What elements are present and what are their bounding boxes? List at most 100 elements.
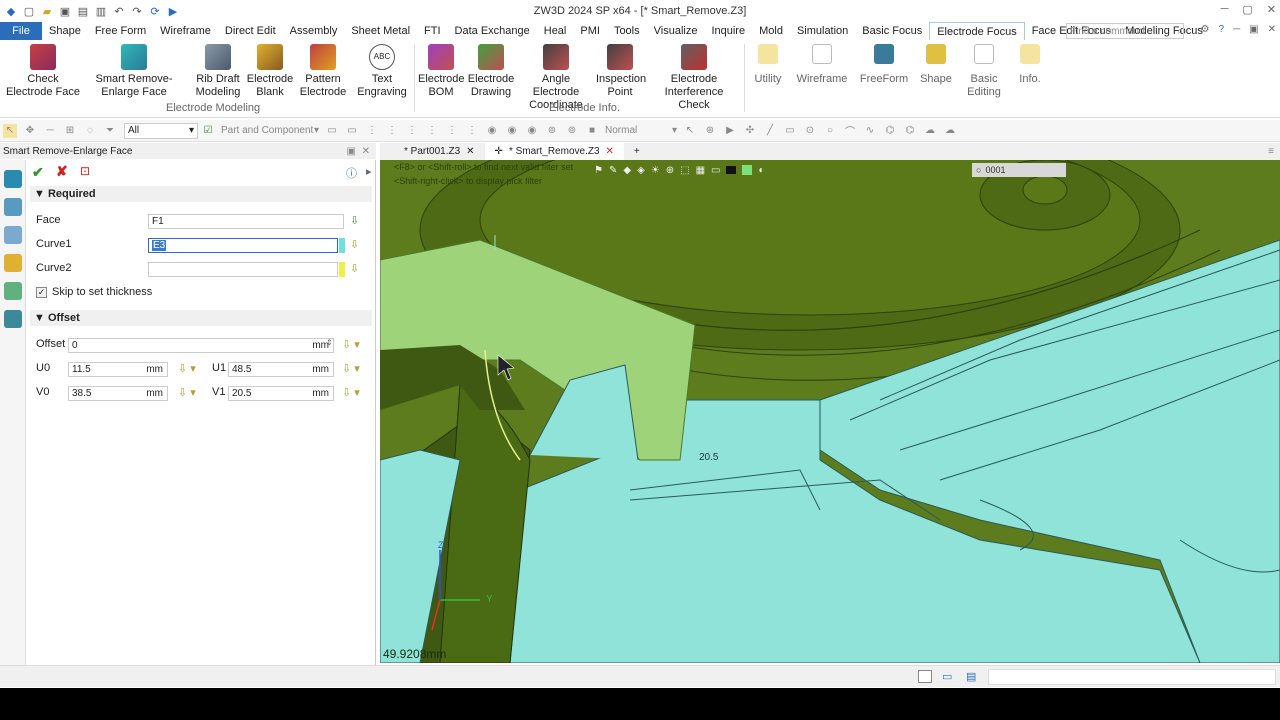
menu-electrode-focus[interactable]: Electrode Focus xyxy=(929,22,1025,40)
3d-viewport[interactable]: <F8> or <Shift-roll> to find next valid … xyxy=(380,160,1280,663)
redo-icon[interactable]: ↷ xyxy=(130,4,144,18)
checkbox-icon[interactable]: ✓ xyxy=(36,286,47,298)
tool-icon[interactable]: ☁ xyxy=(943,124,957,138)
electrode-bom-button[interactable]: Electrode BOM xyxy=(418,44,464,99)
tool-icon[interactable]: ⋮ xyxy=(365,124,379,138)
tool-icon[interactable]: ⌬ xyxy=(883,124,897,138)
u0-field[interactable]: 11.5 mm xyxy=(68,362,168,377)
gear-icon[interactable]: ⚙ xyxy=(1201,24,1210,35)
filter-view-icon[interactable]: ⚑ xyxy=(594,165,603,176)
tool-icon[interactable]: ╱ xyxy=(763,124,777,138)
box-select-icon[interactable]: ⊞ xyxy=(63,124,77,138)
tool-icon[interactable]: ⊚ xyxy=(545,124,559,138)
open-icon[interactable]: ▰ xyxy=(40,4,54,18)
menu-basic-focus[interactable]: Basic Focus xyxy=(855,22,929,40)
tool-icon[interactable]: ⌒ xyxy=(843,124,857,138)
maximize-icon[interactable]: ▢ xyxy=(1242,3,1252,16)
tab-close-icon[interactable]: ✕ xyxy=(466,146,474,157)
info-button[interactable]: Info. xyxy=(1010,44,1050,86)
tool-icon[interactable]: ◉ xyxy=(485,124,499,138)
tab-part001[interactable]: * Part001.Z3 ✕ xyxy=(394,143,485,160)
filter-icon[interactable]: ⏷ xyxy=(103,124,117,138)
command-panel-icon[interactable] xyxy=(4,170,22,188)
tool-icon[interactable]: ⋮ xyxy=(465,124,479,138)
menu-sheet-metal[interactable]: Sheet Metal xyxy=(344,22,417,40)
regen-icon[interactable]: ⟳ xyxy=(148,4,162,18)
status-input[interactable] xyxy=(988,669,1276,685)
v0-options-icon[interactable]: ⇩ ▾ xyxy=(178,386,196,399)
check-electrode-face-button[interactable]: Check Electrode Face xyxy=(6,44,80,99)
tool-icon[interactable]: ▶ xyxy=(723,124,737,138)
menu-simulation[interactable]: Simulation xyxy=(790,22,855,40)
tool-icon[interactable]: ▭ xyxy=(783,124,797,138)
utility-button[interactable]: Utility xyxy=(748,44,788,86)
status-layout-icon[interactable]: ▤ xyxy=(966,670,976,683)
view-icon[interactable] xyxy=(4,282,22,300)
pin-icon[interactable]: ▣ xyxy=(347,146,356,157)
electrode-drawing-button[interactable]: Electrode Drawing xyxy=(466,44,516,99)
info-circle-icon[interactable]: ⓘ xyxy=(346,165,357,181)
resource-icon[interactable] xyxy=(4,254,22,272)
offset-field[interactable]: 0 mm xyxy=(68,338,334,353)
pick-icon[interactable]: ↖ xyxy=(3,123,17,138)
tool-icon[interactable]: ↖ xyxy=(683,124,697,138)
help-icon[interactable]: ? xyxy=(1219,24,1225,35)
offset-options-icon[interactable]: ⇩ ▾ xyxy=(342,338,360,351)
curve1-pick-icon[interactable]: ⇩ xyxy=(350,238,359,251)
layer-icon[interactable]: ◐ xyxy=(758,165,764,176)
tabs-menu-icon[interactable]: ≡ xyxy=(1268,146,1274,157)
undo-icon[interactable]: ↶ xyxy=(112,4,126,18)
tool-icon[interactable]: ○ xyxy=(823,124,837,138)
doc-close-icon[interactable]: ✕ xyxy=(1268,24,1276,35)
freeform-button[interactable]: FreeForm xyxy=(858,44,910,86)
view-orient-icon[interactable]: ⬚ xyxy=(680,165,689,176)
minimize-icon[interactable]: ─ xyxy=(1221,3,1229,16)
menu-direct-edit[interactable]: Direct Edit xyxy=(218,22,283,40)
electrode-blank-button[interactable]: Electrode Blank xyxy=(246,44,294,99)
curve2-field[interactable] xyxy=(148,262,338,277)
offset-spinner-icon[interactable]: ⇕ xyxy=(326,338,333,347)
zoom-icon[interactable]: ⊕ xyxy=(666,165,674,176)
tool-icon[interactable]: ⋮ xyxy=(405,124,419,138)
menu-pmi[interactable]: PMI xyxy=(573,22,607,40)
u0-options-icon[interactable]: ⇩ ▾ xyxy=(178,362,196,375)
menu-data-exchange[interactable]: Data Exchange xyxy=(448,22,537,40)
tool-icon[interactable]: ⌬ xyxy=(903,124,917,138)
file-menu[interactable]: File xyxy=(0,22,42,40)
doc-restore-icon[interactable]: ▣ xyxy=(1249,24,1258,35)
save-icon[interactable]: ▣ xyxy=(58,4,72,18)
apply-icon[interactable]: ⊡ xyxy=(80,164,90,178)
new-tab-button[interactable]: + xyxy=(624,143,650,160)
skip-thickness-checkbox[interactable]: ✓ Skip to set thickness xyxy=(36,286,152,298)
menu-tools[interactable]: Tools xyxy=(607,22,647,40)
curve1-field[interactable]: E3 xyxy=(148,238,338,253)
panel-collapse-icon[interactable]: ▸ xyxy=(366,165,372,178)
line-icon[interactable]: ─ xyxy=(43,124,57,138)
part-filter-icon[interactable]: ☑ xyxy=(201,124,215,138)
tool-icon[interactable]: ⋮ xyxy=(445,124,459,138)
rib-draft-modeling-button[interactable]: Rib Draft Modeling xyxy=(190,44,246,99)
offset-section[interactable]: ▼ Offset xyxy=(30,310,372,326)
tab-close-icon[interactable]: ✕ xyxy=(606,146,614,157)
electrode-interference-check-button[interactable]: Electrode Interference Check xyxy=(650,44,738,112)
color-green-icon[interactable] xyxy=(742,165,753,175)
pattern-electrode-button[interactable]: Pattern Electrode xyxy=(298,44,348,99)
u1-options-icon[interactable]: ⇩ ▾ xyxy=(342,362,360,375)
pick-filter-select[interactable]: Part and Component ▾ xyxy=(218,123,322,139)
menu-inquire[interactable]: Inquire xyxy=(704,22,752,40)
text-engraving-button[interactable]: ABC Text Engraving xyxy=(354,44,410,99)
lasso-icon[interactable]: ◌ xyxy=(83,124,97,138)
new-icon[interactable]: ▢ xyxy=(22,4,36,18)
required-section[interactable]: ▼ Required xyxy=(30,186,372,202)
stop-icon[interactable]: ■ xyxy=(585,124,599,138)
user-icon[interactable] xyxy=(4,310,22,328)
highlight-icon[interactable]: ✎ xyxy=(609,165,617,176)
section-icon[interactable]: ▦ xyxy=(696,165,705,176)
tool-icon[interactable]: ◉ xyxy=(505,124,519,138)
manager-icon[interactable] xyxy=(4,226,22,244)
tool-icon[interactable]: ▭ xyxy=(345,124,359,138)
tool-icon[interactable]: ☁ xyxy=(923,124,937,138)
tool-icon[interactable]: ⋮ xyxy=(425,124,439,138)
doc-minimize-icon[interactable]: ─ xyxy=(1233,24,1240,35)
tool-icon[interactable]: ⊚ xyxy=(565,124,579,138)
